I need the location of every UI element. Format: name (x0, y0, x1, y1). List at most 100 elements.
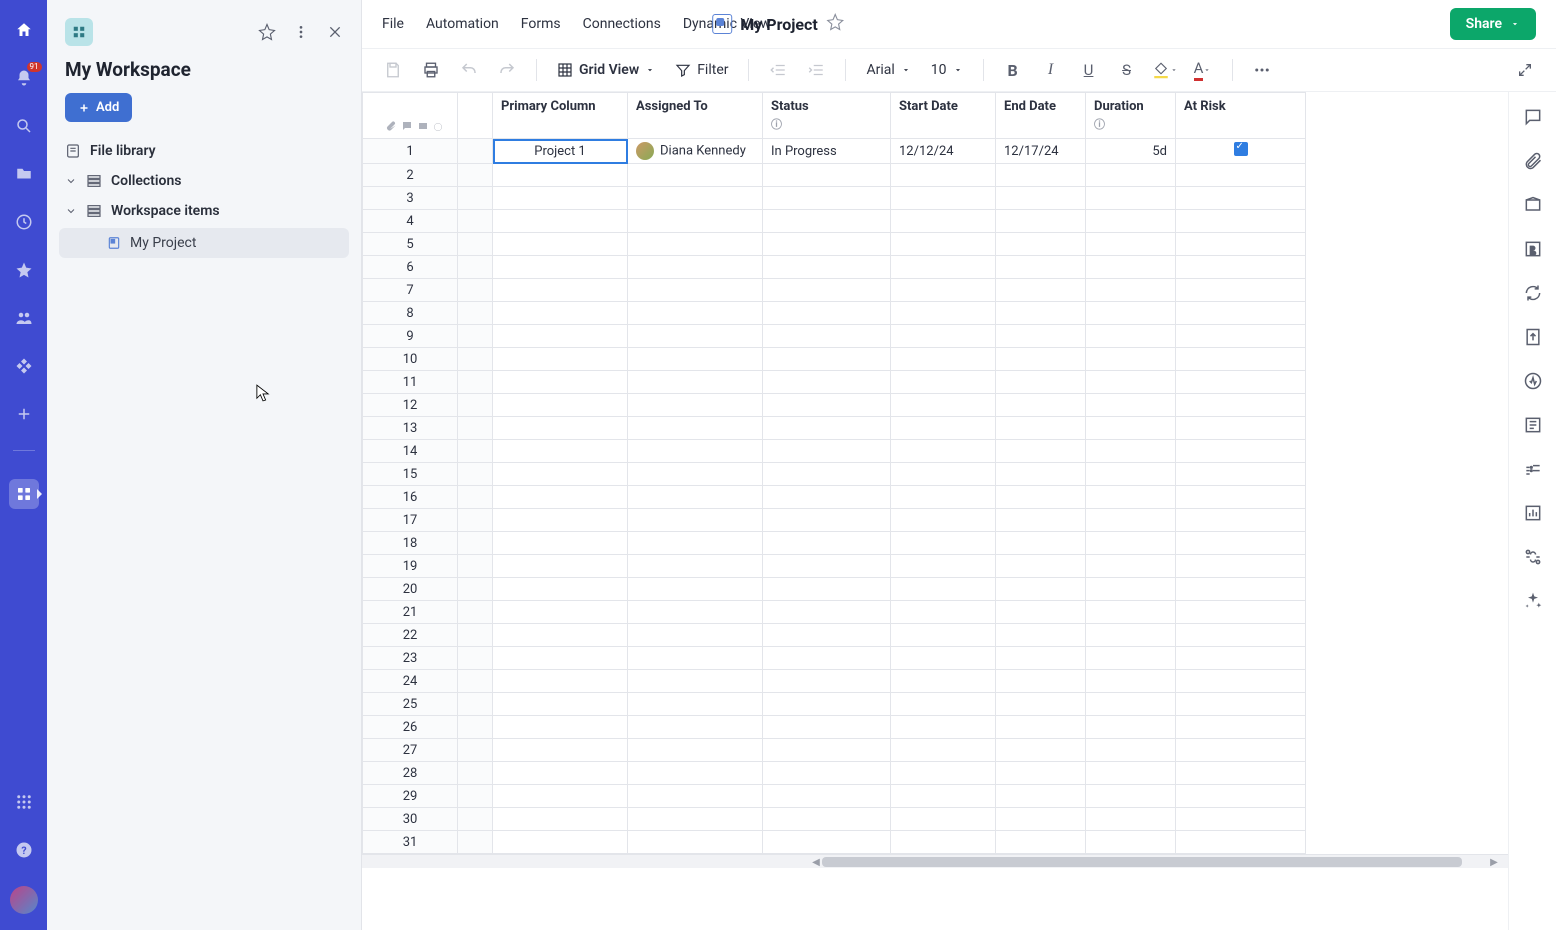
add-icon[interactable] (12, 402, 36, 426)
table-row[interactable]: 1Project 1Diana KennedyIn Progress12/12/… (363, 139, 1306, 164)
table-row[interactable]: 19 (363, 555, 1306, 578)
star-icon[interactable] (826, 13, 844, 35)
apps-icon[interactable] (12, 790, 36, 814)
notifications-icon[interactable]: 91 (12, 66, 36, 90)
menu-forms[interactable]: Forms (521, 16, 561, 32)
row-number[interactable]: 28 (363, 762, 458, 785)
update-requests-icon[interactable] (1522, 282, 1544, 304)
table-row[interactable]: 15 (363, 463, 1306, 486)
workapps-icon[interactable] (12, 354, 36, 378)
table-row[interactable]: 4 (363, 210, 1306, 233)
text-color-icon[interactable]: A (1188, 55, 1218, 85)
row-number[interactable]: 17 (363, 509, 458, 532)
table-row[interactable]: 2 (363, 164, 1306, 187)
share-button[interactable]: Share (1450, 8, 1536, 40)
cell-end[interactable]: 12/17/24 (996, 139, 1086, 164)
row-number[interactable]: 19 (363, 555, 458, 578)
row-number[interactable]: 16 (363, 486, 458, 509)
table-row[interactable]: 27 (363, 739, 1306, 762)
table-row[interactable]: 12 (363, 394, 1306, 417)
help-icon[interactable]: ? (12, 838, 36, 862)
undo-icon[interactable] (454, 55, 484, 85)
scroll-left-icon[interactable]: ◀ (810, 856, 822, 868)
menu-connections[interactable]: Connections (583, 16, 661, 32)
indent-icon[interactable] (801, 55, 831, 85)
outdent-icon[interactable] (763, 55, 793, 85)
row-number[interactable]: 24 (363, 670, 458, 693)
star-icon[interactable] (255, 20, 279, 44)
row-number[interactable]: 13 (363, 417, 458, 440)
expand-icon[interactable] (1510, 55, 1540, 85)
sidebar-workspace-items[interactable]: Workspace items (47, 196, 361, 226)
print-icon[interactable] (416, 55, 446, 85)
column-primary[interactable]: Primary Column (493, 93, 628, 139)
search-icon[interactable] (12, 114, 36, 138)
more-icon[interactable] (1247, 55, 1277, 85)
work-insights-icon[interactable] (1522, 458, 1544, 480)
row-number[interactable]: 9 (363, 325, 458, 348)
row-number[interactable]: 25 (363, 693, 458, 716)
row-number[interactable]: 4 (363, 210, 458, 233)
column-start[interactable]: Start Date (891, 93, 996, 139)
table-row[interactable]: 10 (363, 348, 1306, 371)
row-number[interactable]: 30 (363, 808, 458, 831)
sidebar-item-project[interactable]: My Project (59, 228, 349, 258)
table-row[interactable]: 26 (363, 716, 1306, 739)
row-number[interactable]: 11 (363, 371, 458, 394)
checkbox-checked-icon[interactable] (1234, 142, 1248, 156)
menu-automation[interactable]: Automation (426, 16, 499, 32)
row-number[interactable]: 15 (363, 463, 458, 486)
close-icon[interactable] (323, 20, 347, 44)
underline-icon[interactable]: U (1074, 55, 1104, 85)
scroll-thumb[interactable] (822, 857, 1462, 867)
table-row[interactable]: 29 (363, 785, 1306, 808)
table-row[interactable]: 8 (363, 302, 1306, 325)
sidebar-collections[interactable]: Collections (47, 166, 361, 196)
home-icon[interactable] (12, 18, 36, 42)
add-button[interactable]: Add (65, 93, 132, 122)
ai-icon[interactable] (1522, 590, 1544, 612)
cell-status[interactable]: In Progress (763, 139, 891, 164)
italic-icon[interactable]: I (1036, 55, 1066, 85)
cell-start[interactable]: 12/12/24 (891, 139, 996, 164)
row-number[interactable]: 31 (363, 831, 458, 854)
view-selector[interactable]: Grid View (551, 58, 661, 82)
table-row[interactable]: 23 (363, 647, 1306, 670)
column-risk[interactable]: At Risk (1176, 93, 1306, 139)
activity-log-icon[interactable] (1522, 370, 1544, 392)
table-row[interactable]: 13 (363, 417, 1306, 440)
table-row[interactable]: 24 (363, 670, 1306, 693)
row-number[interactable]: 18 (363, 532, 458, 555)
chart-icon[interactable] (1522, 502, 1544, 524)
column-status[interactable]: Statusⓘ (763, 93, 891, 139)
brandfolder-icon[interactable] (1522, 238, 1544, 260)
favorites-icon[interactable] (12, 258, 36, 282)
proofs-icon[interactable] (1522, 194, 1544, 216)
table-row[interactable]: 14 (363, 440, 1306, 463)
strikethrough-icon[interactable]: S (1112, 55, 1142, 85)
redo-icon[interactable] (492, 55, 522, 85)
font-selector[interactable]: Arial (860, 58, 916, 82)
bold-icon[interactable]: B (998, 55, 1028, 85)
table-row[interactable]: 20 (363, 578, 1306, 601)
scroll-right-icon[interactable]: ▶ (1488, 856, 1500, 868)
row-number[interactable]: 1 (363, 139, 458, 164)
column-assigned[interactable]: Assigned To (628, 93, 763, 139)
row-number[interactable]: 8 (363, 302, 458, 325)
column-end[interactable]: End Date (996, 93, 1086, 139)
row-number[interactable]: 23 (363, 647, 458, 670)
table-row[interactable]: 22 (363, 624, 1306, 647)
font-size-selector[interactable]: 10 (925, 58, 969, 82)
publish-icon[interactable] (1522, 326, 1544, 348)
table-row[interactable]: 5 (363, 233, 1306, 256)
user-avatar[interactable] (10, 886, 38, 914)
table-row[interactable]: 7 (363, 279, 1306, 302)
row-number[interactable]: 2 (363, 164, 458, 187)
cell-assigned[interactable]: Diana Kennedy (628, 139, 763, 164)
conversations-icon[interactable] (1522, 106, 1544, 128)
folder-icon[interactable] (12, 162, 36, 186)
row-number[interactable]: 12 (363, 394, 458, 417)
row-number[interactable]: 10 (363, 348, 458, 371)
table-row[interactable]: 11 (363, 371, 1306, 394)
table-row[interactable]: 18 (363, 532, 1306, 555)
